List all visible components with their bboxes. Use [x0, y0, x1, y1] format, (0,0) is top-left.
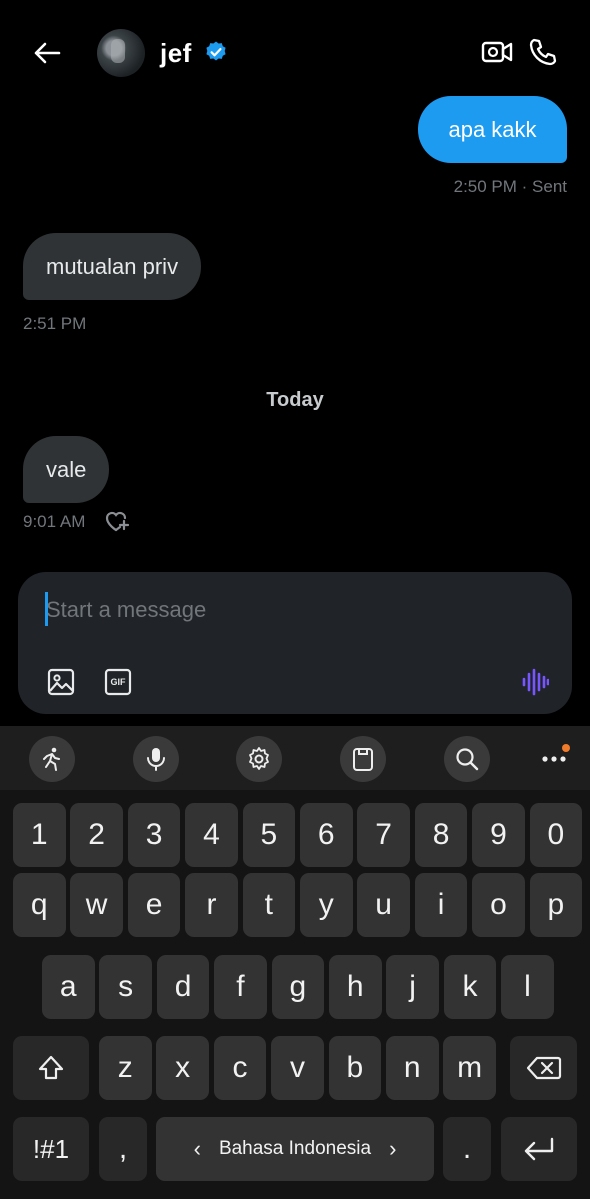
voice-waveform-icon [522, 668, 549, 696]
add-image-button[interactable] [46, 667, 76, 697]
key-i[interactable]: i [414, 873, 468, 937]
key-3[interactable]: 3 [127, 803, 181, 867]
search-icon [456, 748, 479, 771]
key-t[interactable]: t [242, 873, 296, 937]
gif-label: GIF [110, 677, 126, 687]
key-n[interactable]: n [386, 1036, 439, 1100]
backspace-icon [526, 1056, 561, 1080]
key-s[interactable]: s [99, 955, 152, 1019]
key-h[interactable]: h [329, 955, 382, 1019]
message-meta: 2:50 PM · Sent [453, 177, 567, 196]
run-mode-icon [43, 747, 60, 771]
add-gif-button[interactable]: GIF [103, 667, 133, 697]
key-l[interactable]: l [501, 955, 554, 1019]
back-button[interactable] [28, 34, 66, 72]
key-a[interactable]: a [42, 955, 95, 1019]
backspace-key[interactable] [510, 1036, 577, 1100]
key-0[interactable]: 0 [529, 803, 583, 867]
video-call-button[interactable] [480, 35, 514, 69]
key-2[interactable]: 2 [70, 803, 123, 867]
text-cursor [45, 592, 48, 626]
comma-key-label: , [118, 1132, 128, 1165]
key-7[interactable]: 7 [357, 803, 410, 867]
add-reaction-icon[interactable] [104, 509, 130, 533]
key-f[interactable]: f [214, 955, 267, 1019]
key-c[interactable]: c [213, 1036, 267, 1100]
key-5[interactable]: 5 [242, 803, 296, 867]
contact-name[interactable]: jef [160, 38, 192, 69]
message-bubble-sent[interactable]: apa kakk [418, 96, 567, 163]
key-o[interactable]: o [472, 873, 525, 937]
space-key-label: Bahasa Indonesia [218, 1138, 372, 1159]
microphone-icon [147, 748, 165, 771]
clipboard-icon [353, 748, 373, 771]
period-key[interactable]: . [443, 1117, 491, 1181]
space-key[interactable]: ‹ Bahasa Indonesia › [156, 1117, 434, 1181]
key-j[interactable]: j [386, 955, 439, 1019]
period-key-label: . [462, 1132, 472, 1165]
key-m[interactable]: m [443, 1036, 496, 1100]
toolbar-more-button[interactable] [531, 736, 577, 782]
key-1[interactable]: 1 [13, 803, 66, 867]
key-y[interactable]: y [300, 873, 353, 937]
key-v[interactable]: v [271, 1036, 324, 1100]
date-divider: Today [266, 389, 324, 411]
toolbar-run-button[interactable] [29, 736, 75, 782]
shift-key[interactable] [13, 1036, 89, 1100]
key-w[interactable]: w [70, 873, 123, 937]
video-call-icon [481, 41, 513, 63]
symbols-key[interactable]: !#1 [13, 1117, 89, 1181]
toolbar-settings-button[interactable] [236, 736, 282, 782]
language-prev-icon: ‹ [193, 1136, 201, 1161]
toolbar-clipboard-button[interactable] [340, 736, 386, 782]
message-composer: GIF [18, 572, 572, 714]
enter-key[interactable] [501, 1117, 577, 1181]
voice-message-button[interactable] [520, 667, 550, 697]
key-r[interactable]: r [185, 873, 238, 937]
comma-key[interactable]: , [99, 1117, 147, 1181]
key-d[interactable]: d [156, 955, 210, 1019]
key-6[interactable]: 6 [300, 803, 353, 867]
symbols-key-label: !#1 [32, 1133, 70, 1164]
key-z[interactable]: z [99, 1036, 152, 1100]
key-8[interactable]: 8 [414, 803, 468, 867]
keyboard: 1234567890 qwertyuiop asdfghjkl zxcvbnm !#1… [0, 726, 590, 1199]
key-4[interactable]: 4 [185, 803, 238, 867]
phone-call-button[interactable] [526, 35, 560, 69]
key-x[interactable]: x [156, 1036, 209, 1100]
enter-icon [524, 1137, 554, 1161]
toolbar-search-button[interactable] [444, 736, 490, 782]
message-bubble-received[interactable]: vale [23, 436, 110, 503]
key-b[interactable]: b [328, 1036, 382, 1100]
message-bubble-received[interactable]: mutualan priv [23, 233, 202, 300]
verified-badge-icon [206, 41, 226, 61]
more-icon [542, 756, 566, 762]
key-q[interactable]: q [13, 873, 66, 937]
avatar[interactable] [97, 29, 145, 77]
key-e[interactable]: e [127, 873, 181, 937]
toolbar-voice-input-button[interactable] [133, 736, 179, 782]
image-icon [47, 668, 75, 696]
keyboard-toolbar [0, 726, 590, 790]
key-9[interactable]: 9 [472, 803, 525, 867]
phone-call-icon [529, 38, 557, 66]
language-next-icon: › [389, 1136, 397, 1161]
key-k[interactable]: k [443, 955, 497, 1019]
shift-icon [38, 1055, 64, 1080]
message-input[interactable] [46, 590, 526, 630]
back-arrow-icon [34, 42, 61, 64]
key-p[interactable]: p [529, 873, 583, 937]
settings-icon [249, 747, 269, 770]
message-meta: 9:01 AM [23, 512, 86, 531]
key-g[interactable]: g [271, 955, 325, 1019]
notification-dot [562, 744, 570, 752]
conversation-header: jef [0, 0, 590, 104]
message-meta: 2:51 PM [23, 314, 87, 333]
key-u[interactable]: u [357, 873, 410, 937]
